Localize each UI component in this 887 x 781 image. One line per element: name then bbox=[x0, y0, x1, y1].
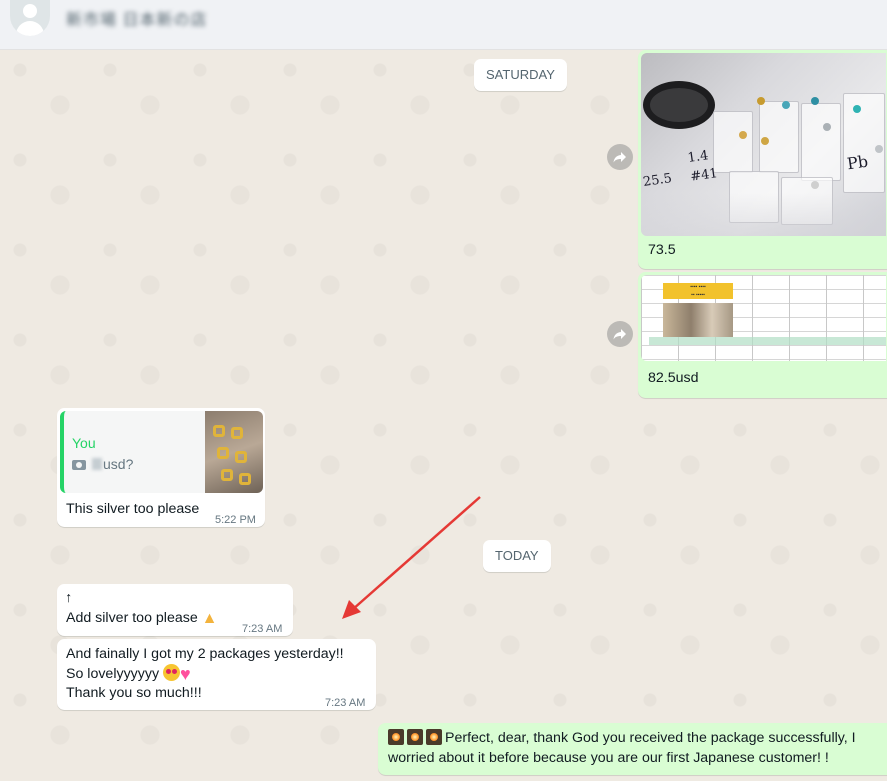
outgoing-sheet-message[interactable]: ▪▪▪▪ ▪▪▪▪ ▪▪ ▪▪▪▪▪ 82.5usd bbox=[638, 272, 887, 398]
date-divider-saturday: SATURDAY bbox=[474, 59, 567, 91]
date-divider-today: TODAY bbox=[483, 540, 551, 572]
add-silver-text: Add silver too please bbox=[66, 610, 198, 626]
heart-emoji: ♥ bbox=[180, 664, 191, 684]
outgoing-reply-message[interactable]: Perfect, dear, thank God you received th… bbox=[378, 723, 887, 775]
outgoing-photo-message[interactable]: 1.4 #41 25.5 Pb 73.5 bbox=[638, 50, 887, 269]
reply-text: This silver too please bbox=[66, 501, 200, 517]
sheet-caption: 82.5usd bbox=[648, 370, 699, 386]
camera-icon bbox=[72, 460, 86, 470]
default-avatar-icon[interactable] bbox=[10, 0, 50, 36]
incoming-reply-message[interactable]: You usd? This silver too please 5:22 PM bbox=[57, 408, 265, 527]
quote-author: You bbox=[72, 435, 96, 451]
photo-caption: 73.5 bbox=[648, 242, 676, 258]
reply-out-line-2: worried about it before because you are … bbox=[388, 750, 829, 766]
contact-name[interactable]: 新市場 日本新の店 bbox=[66, 6, 207, 30]
sparkler-emoji bbox=[388, 729, 404, 745]
chat-panel: SATURDAY 1.4 #41 25.5 Pb 73.5 ▪▪▪▪ ▪▪▪▪ … bbox=[0, 50, 887, 781]
jewelry-photo[interactable]: 1.4 #41 25.5 Pb bbox=[641, 53, 886, 236]
thanks-line-3: Thank you so much!!! bbox=[66, 685, 202, 701]
sparkler-emoji bbox=[407, 729, 423, 745]
reply-out-line-1: Perfect, dear, thank God you received th… bbox=[445, 730, 856, 746]
incoming-add-silver-message[interactable]: ↑ Add silver too please ▲ 7:23 AM bbox=[57, 584, 293, 636]
message-time: 5:22 PM bbox=[215, 514, 256, 526]
forward-icon[interactable] bbox=[607, 144, 633, 170]
sparkler-emoji bbox=[426, 729, 442, 745]
thanks-line-2: So lovelyyyyyy bbox=[66, 666, 160, 682]
incoming-thanks-message[interactable]: And fainally I got my 2 packages yesterd… bbox=[57, 639, 376, 710]
quote-text: usd? bbox=[103, 456, 134, 472]
up-arrow-text: ↑ bbox=[65, 590, 73, 606]
spreadsheet-image[interactable]: ▪▪▪▪ ▪▪▪▪ ▪▪ ▪▪▪▪▪ bbox=[641, 275, 886, 361]
quoted-image-thumbnail bbox=[205, 411, 263, 493]
thanks-line-1: And fainally I got my 2 packages yesterd… bbox=[66, 646, 344, 662]
forward-icon[interactable] bbox=[607, 321, 633, 347]
pray-emoji: ▲ bbox=[201, 610, 218, 627]
message-time: 7:23 AM bbox=[242, 623, 283, 635]
message-time: 7:23 AM bbox=[325, 697, 366, 709]
chat-header: 新市場 日本新の店 bbox=[0, 0, 887, 50]
heart-eyes-emoji bbox=[163, 664, 180, 681]
